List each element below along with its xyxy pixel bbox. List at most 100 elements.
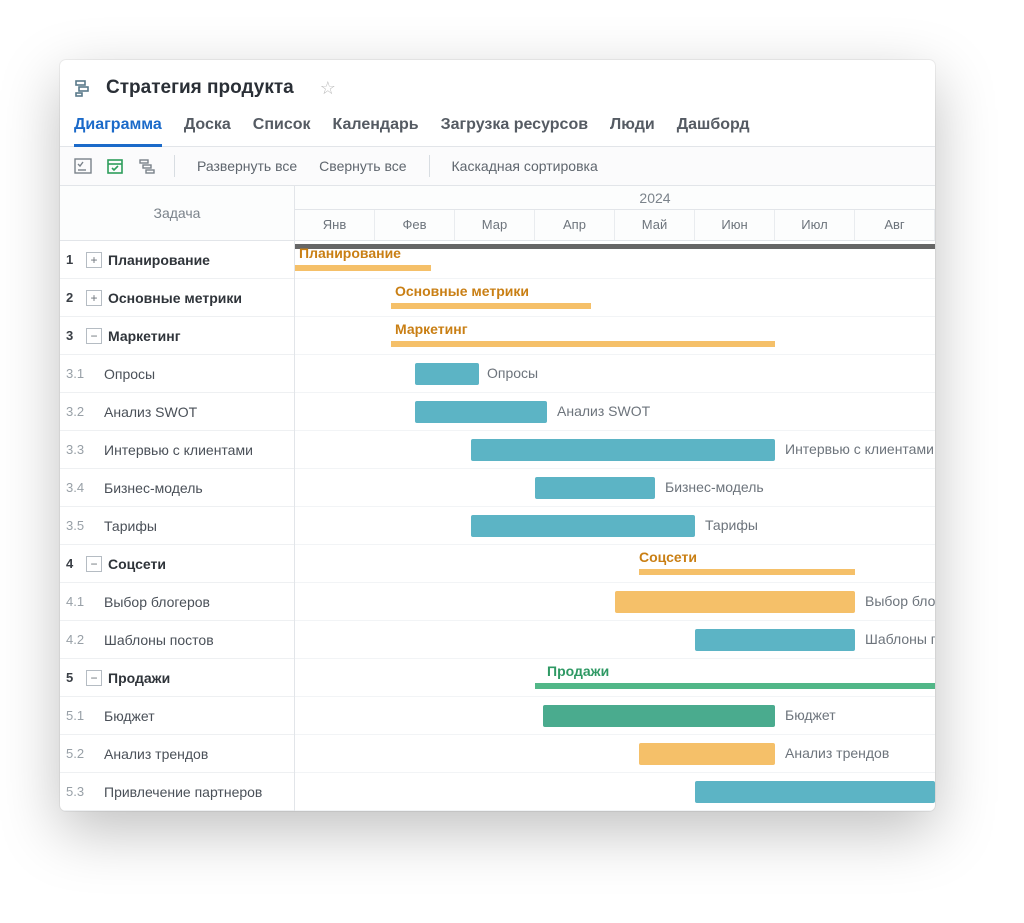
cascade-sort-button[interactable]: Каскадная сортировка	[446, 158, 604, 174]
chart-rows: Планирование Основные метрики Маркетинг	[295, 241, 935, 811]
task-bar[interactable]	[615, 591, 855, 613]
task-num: 4	[66, 556, 86, 571]
task-row-4-2[interactable]: 4.2 Шаблоны постов	[60, 621, 294, 659]
hierarchy-icon[interactable]	[136, 155, 158, 177]
summary-bar[interactable]	[639, 569, 855, 575]
bar-label: Выбор блогеров	[865, 593, 935, 609]
gantt-row-4: Соцсети	[295, 545, 935, 583]
month-mar: Мар	[455, 210, 535, 240]
task-label: Анализ трендов	[104, 746, 208, 762]
bar-label: Маркетинг	[395, 321, 468, 337]
task-row-5-3[interactable]: 5.3 Привлечение партнеров	[60, 773, 294, 811]
task-bar[interactable]	[415, 363, 479, 385]
task-bar[interactable]	[639, 743, 775, 765]
gantt-row-3-2: Анализ SWOT	[295, 393, 935, 431]
task-num: 4.1	[66, 594, 94, 609]
task-label: Тарифы	[104, 518, 157, 534]
star-icon[interactable]: ☆	[320, 78, 336, 99]
task-bar[interactable]	[695, 629, 855, 651]
month-aug: Авг	[855, 210, 935, 240]
month-apr: Апр	[535, 210, 615, 240]
toolbar: Развернуть все Свернуть все Каскадная со…	[60, 147, 935, 186]
summary-bar[interactable]	[391, 303, 591, 309]
task-num: 5	[66, 670, 86, 685]
bar-label: Соцсети	[639, 549, 697, 565]
bar-label: Шаблоны постов	[865, 631, 935, 647]
task-label: Продажи	[108, 670, 170, 686]
collapse-icon[interactable]: −	[86, 556, 102, 572]
task-bar[interactable]	[543, 705, 775, 727]
header: Стратегия продукта ☆	[60, 60, 935, 112]
gantt-row-4-2: Шаблоны постов	[295, 621, 935, 659]
collapse-icon[interactable]: −	[86, 670, 102, 686]
tab-people[interactable]: Люди	[610, 112, 655, 146]
task-row-3[interactable]: 3 − Маркетинг	[60, 317, 294, 355]
collapse-all-button[interactable]: Свернуть все	[313, 158, 412, 174]
gantt-row-3: Маркетинг	[295, 317, 935, 355]
gantt-row-3-3: Интервью с клиентами	[295, 431, 935, 469]
gantt-row-3-4: Бизнес-модель	[295, 469, 935, 507]
tab-board[interactable]: Доска	[184, 112, 231, 146]
month-feb: Фев	[375, 210, 455, 240]
task-num: 3	[66, 328, 86, 343]
task-row-1[interactable]: 1 + Планирование	[60, 241, 294, 279]
tab-calendar[interactable]: Календарь	[333, 112, 419, 146]
task-row-5-2[interactable]: 5.2 Анализ трендов	[60, 735, 294, 773]
gantt-row-5-3: Привлечение партнеров	[295, 773, 935, 811]
task-bar[interactable]	[471, 515, 695, 537]
bar-label: Планирование	[299, 245, 401, 261]
task-bar[interactable]	[471, 439, 775, 461]
gantt-row-5-2: Анализ трендов	[295, 735, 935, 773]
tab-diagram[interactable]: Диаграмма	[74, 112, 162, 147]
task-num: 1	[66, 252, 86, 267]
task-row-4-1[interactable]: 4.1 Выбор блогеров	[60, 583, 294, 621]
gantt-row-5-1: Бюджет	[295, 697, 935, 735]
task-row-2[interactable]: 2 + Основные метрики	[60, 279, 294, 317]
app-window: Стратегия продукта ☆ Диаграмма Доска Спи…	[60, 60, 935, 811]
summary-bar[interactable]	[295, 265, 431, 271]
task-bar[interactable]	[415, 401, 547, 423]
gantt-row-2: Основные метрики	[295, 279, 935, 317]
task-label: Интервью с клиентами	[104, 442, 253, 458]
divider	[174, 155, 175, 177]
task-num: 3.5	[66, 518, 94, 533]
task-label: Выбор блогеров	[104, 594, 210, 610]
bar-label: Анализ трендов	[785, 745, 889, 761]
tab-dashboard[interactable]: Дашборд	[677, 112, 750, 146]
tabs: Диаграмма Доска Список Календарь Загрузк…	[60, 112, 935, 147]
summary-bar[interactable]	[391, 341, 775, 347]
task-row-4[interactable]: 4 − Соцсети	[60, 545, 294, 583]
expand-icon[interactable]: +	[86, 290, 102, 306]
task-label: Опросы	[104, 366, 155, 382]
expand-icon[interactable]: +	[86, 252, 102, 268]
expand-all-button[interactable]: Развернуть все	[191, 158, 303, 174]
task-num: 3.4	[66, 480, 94, 495]
task-bar[interactable]	[695, 781, 935, 803]
task-bar[interactable]	[535, 477, 655, 499]
month-may: Май	[615, 210, 695, 240]
task-row-3-4[interactable]: 3.4 Бизнес-модель	[60, 469, 294, 507]
task-row-3-2[interactable]: 3.2 Анализ SWOT	[60, 393, 294, 431]
divider	[429, 155, 430, 177]
task-row-5-1[interactable]: 5.1 Бюджет	[60, 697, 294, 735]
tab-list[interactable]: Список	[253, 112, 311, 146]
calendar-check-icon[interactable]	[104, 155, 126, 177]
checklist-icon[interactable]	[72, 155, 94, 177]
collapse-icon[interactable]: −	[86, 328, 102, 344]
task-row-3-5[interactable]: 3.5 Тарифы	[60, 507, 294, 545]
summary-bar[interactable]	[535, 683, 935, 689]
gantt-row-1: Планирование	[295, 241, 935, 279]
task-row-3-3[interactable]: 3.3 Интервью с клиентами	[60, 431, 294, 469]
task-label: Привлечение партнеров	[104, 784, 262, 800]
gantt-row-3-1: Опросы	[295, 355, 935, 393]
chart-column: 2024 Янв Фев Мар Апр Май Июн Июл Авг Сен…	[295, 186, 935, 811]
task-num: 4.2	[66, 632, 94, 647]
task-label: Маркетинг	[108, 328, 181, 344]
task-num: 5.2	[66, 746, 94, 761]
task-header: Задача	[60, 186, 294, 241]
month-jan: Янв	[295, 210, 375, 240]
task-row-5[interactable]: 5 − Продажи	[60, 659, 294, 697]
tab-workload[interactable]: Загрузка ресурсов	[441, 112, 588, 146]
bar-label: Бюджет	[785, 707, 836, 723]
task-row-3-1[interactable]: 3.1 Опросы	[60, 355, 294, 393]
